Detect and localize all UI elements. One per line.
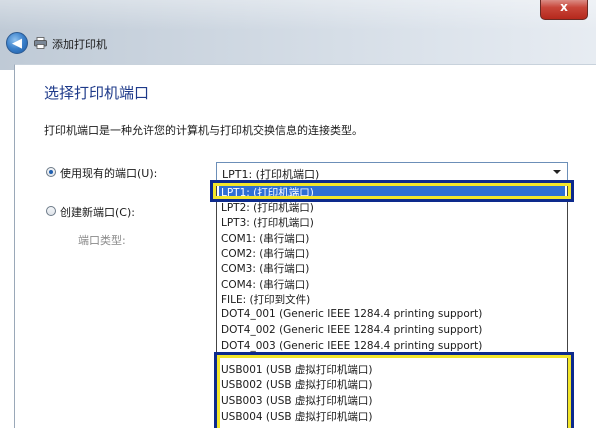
list-item-lpt3[interactable]: LPT3: (打印机端口) — [221, 215, 314, 230]
back-arrow-icon: ◀ — [12, 36, 22, 51]
back-button[interactable]: ◀ — [6, 32, 28, 54]
highlight-box-usb-inner — [217, 355, 571, 428]
window-title: 添加打印机 — [52, 38, 107, 51]
page-description: 打印机端口是一种允许您的计算机与打印机交换信息的连接类型。 — [44, 124, 363, 137]
port-type-label: 端口类型: — [78, 234, 126, 247]
list-item-dot4-001[interactable]: DOT4_001 (Generic IEEE 1284.4 printing s… — [221, 308, 482, 320]
chevron-down-icon[interactable] — [553, 170, 561, 174]
title-bar-sheen — [0, 0, 596, 30]
create-new-port-radio[interactable] — [46, 206, 56, 216]
printer-icon — [34, 37, 47, 49]
list-item-lpt2[interactable]: LPT2: (打印机端口) — [221, 200, 314, 215]
list-item-dot4-002[interactable]: DOT4_002 (Generic IEEE 1284.4 printing s… — [221, 324, 482, 336]
use-existing-port-label[interactable]: 使用现有的端口(U): — [60, 165, 157, 181]
list-item-com2[interactable]: COM2: (串行端口) — [221, 246, 309, 261]
list-item-com4[interactable]: COM4: (串行端口) — [221, 277, 309, 292]
list-item-file[interactable]: FILE: (打印到文件) — [221, 292, 310, 307]
close-button[interactable]: x — [540, 0, 588, 20]
page-title: 选择打印机端口 — [44, 84, 150, 102]
title-bar — [0, 0, 596, 70]
add-printer-window: x ◀ 添加打印机 选择打印机端口 打印机端口是一种允许您的计算机与打印机交换信… — [0, 0, 596, 428]
list-item-com3[interactable]: COM3: (串行端口) — [221, 261, 309, 276]
existing-port-combobox[interactable]: LPT1: (打印机端口) — [216, 162, 568, 182]
close-icon: x — [560, 0, 568, 14]
create-new-port-label[interactable]: 创建新端口(C): — [60, 204, 135, 220]
use-existing-port-radio[interactable] — [46, 167, 56, 177]
highlight-box-lpt1-inner — [213, 183, 571, 199]
list-item-com1[interactable]: COM1: (串行端口) — [221, 231, 309, 246]
list-item-dot4-003[interactable]: DOT4_003 (Generic IEEE 1284.4 printing s… — [221, 340, 482, 352]
